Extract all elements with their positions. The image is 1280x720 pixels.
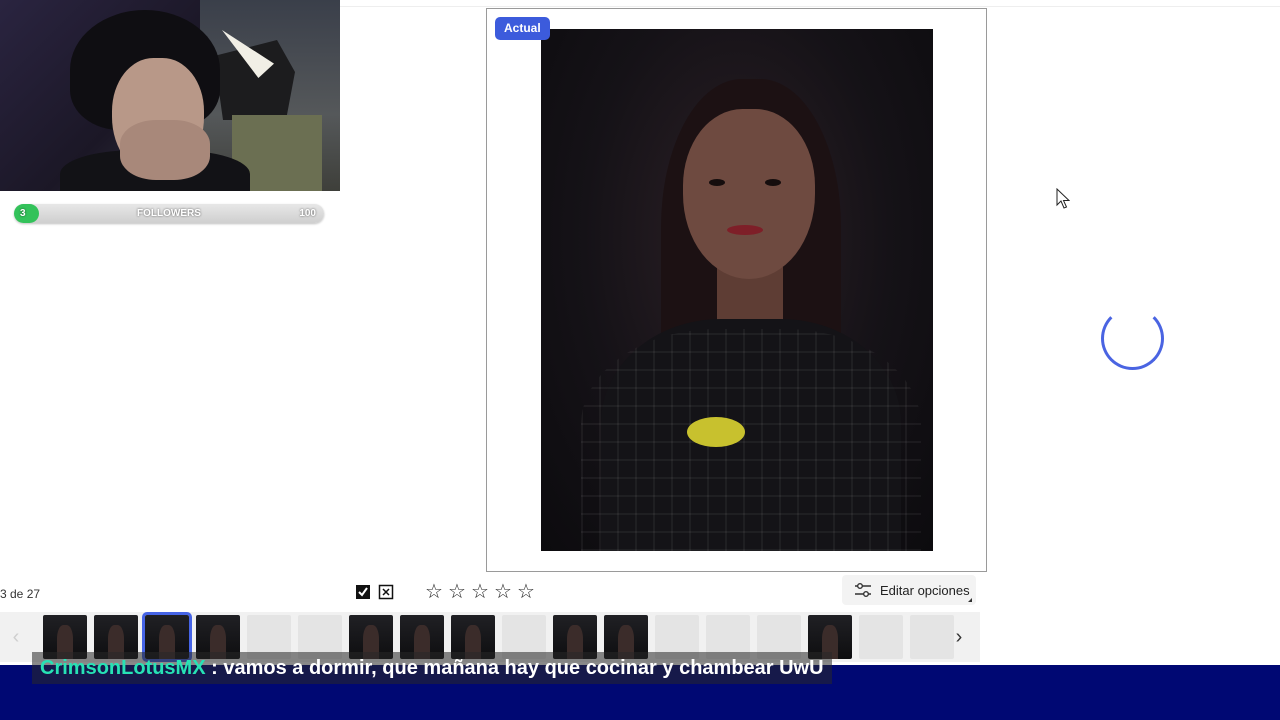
rating-stars: ☆ ☆ ☆ ☆ ☆ (424, 582, 536, 602)
filmstrip-thumbnail[interactable] (910, 615, 954, 659)
chevron-left-icon[interactable]: ‹ (6, 625, 26, 649)
photo-viewer: Actual (486, 8, 987, 572)
flag-reject-icon[interactable] (377, 583, 395, 601)
edit-options-label: Editar opciones (880, 582, 970, 598)
star-icon[interactable]: ☆ (493, 582, 513, 602)
followers-goal: 100 (299, 208, 316, 219)
star-icon[interactable]: ☆ (424, 582, 444, 602)
top-divider (340, 6, 1280, 7)
star-icon[interactable]: ☆ (516, 582, 536, 602)
loading-spinner-icon (1101, 307, 1164, 370)
chat-separator: : (205, 657, 224, 679)
chat-username: CrimsonLotusMX (40, 657, 206, 679)
flag-check-icon[interactable] (354, 583, 372, 601)
followers-current: 3 (20, 208, 26, 219)
star-icon[interactable]: ☆ (470, 582, 490, 602)
photo-counter: 3 de 27 (0, 587, 41, 601)
main-photo[interactable] (541, 29, 933, 551)
chevron-right-icon[interactable]: › (949, 625, 969, 649)
chat-message: CrimsonLotusMX : vamos a dormir, que mañ… (32, 652, 832, 684)
webcam-overlay (0, 0, 340, 191)
current-badge: Actual (495, 17, 550, 40)
followers-label: FOLLOWERS (137, 208, 201, 219)
filmstrip-thumbnail[interactable] (859, 615, 903, 659)
sliders-icon (855, 583, 871, 597)
chat-text: vamos a dormir, que mañana hay que cocin… (223, 657, 824, 679)
star-icon[interactable]: ☆ (447, 582, 467, 602)
edit-options-button[interactable]: Editar opciones (842, 575, 976, 605)
cursor-icon (1056, 188, 1070, 209)
followers-goal-bar: FOLLOWERS 3 100 (14, 204, 324, 223)
